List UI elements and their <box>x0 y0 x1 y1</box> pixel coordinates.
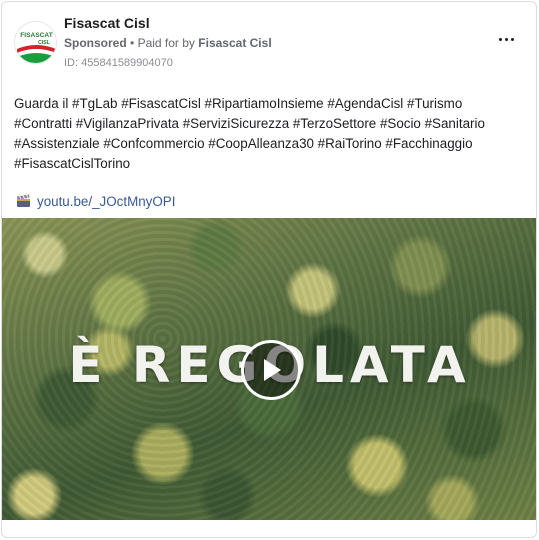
paid-for-name: Fisascat Cisl <box>198 36 272 50</box>
ad-library-id: ID: 455841589904070 <box>64 57 173 69</box>
avatar-logo-subtext: CISL <box>38 40 51 46</box>
meta-separator: • <box>130 36 135 50</box>
more-options-icon <box>498 37 502 41</box>
video-link-text[interactable]: youtu.be/_JOctMnyOPI <box>37 194 175 209</box>
page-avatar[interactable]: FISASCAT CISL <box>14 21 57 64</box>
clapper-board-icon <box>17 194 30 207</box>
ad-post-card: FISASCAT CISL Fisascat Cisl Sponsored • … <box>1 1 537 538</box>
more-options-button[interactable] <box>494 31 518 47</box>
more-options-icon-dot <box>510 37 514 41</box>
avatar-logo-text: FISASCAT <box>20 32 52 39</box>
paid-for-prefix: Paid for by <box>137 36 195 50</box>
more-options-icon-dot <box>504 37 508 41</box>
page-name-link[interactable]: Fisascat Cisl <box>64 15 150 31</box>
sponsored-line: Sponsored • Paid for by Fisascat Cisl <box>64 36 272 50</box>
play-button[interactable] <box>241 340 301 400</box>
video-thumbnail[interactable]: È REGOLATA <box>2 218 536 520</box>
play-icon <box>264 359 281 381</box>
post-body-text: Guarda il #TgLab #FisascatCisl #Ripartia… <box>14 96 485 171</box>
fisascat-logo-icon: FISASCAT CISL <box>15 22 56 63</box>
post-header: FISASCAT CISL Fisascat Cisl Sponsored • … <box>2 2 536 77</box>
video-link[interactable]: youtu.be/_JOctMnyOPI <box>16 192 175 210</box>
sponsored-label: Sponsored <box>64 36 127 50</box>
